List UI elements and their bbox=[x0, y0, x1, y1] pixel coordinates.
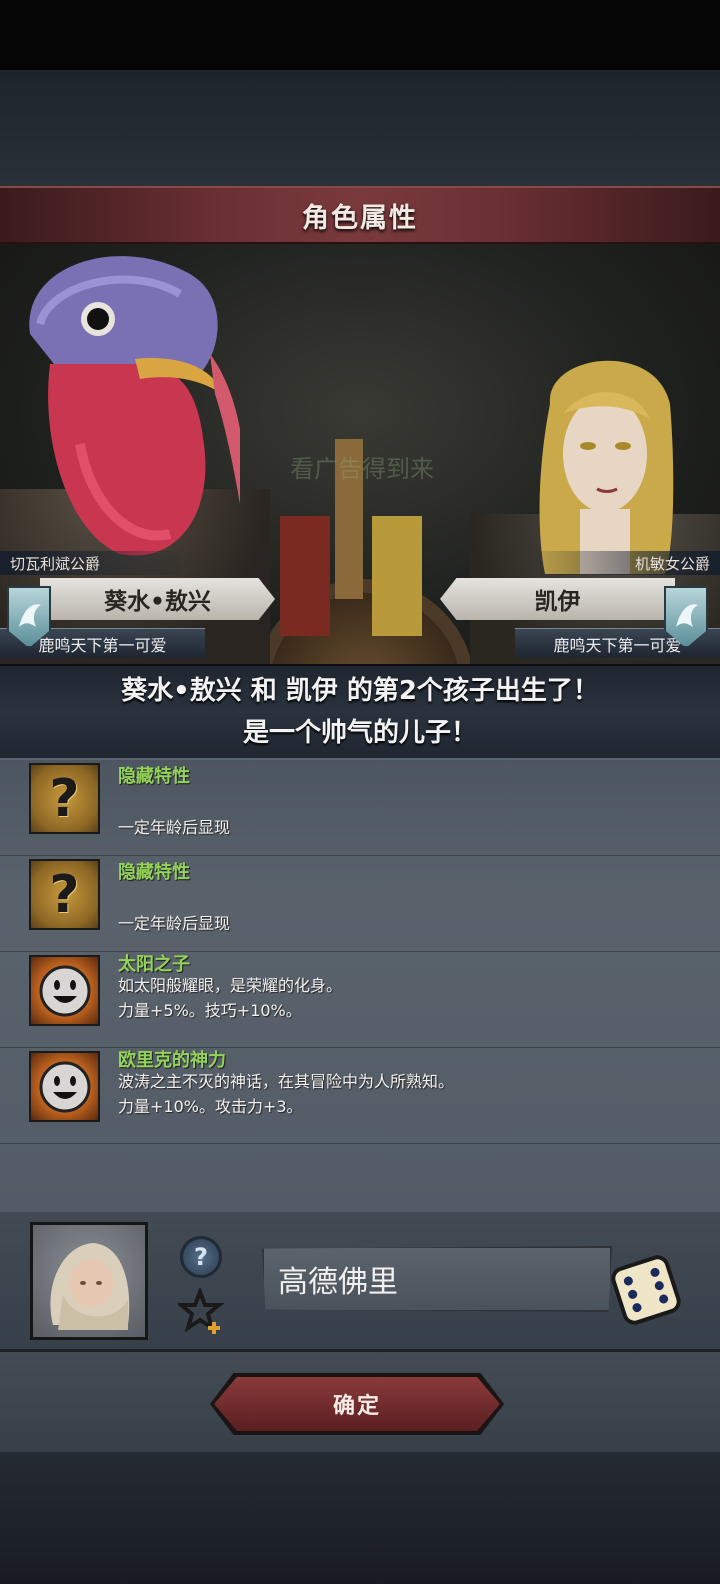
trait-desc-line-2: 力量+5%。技巧+10%。 bbox=[118, 1001, 302, 1020]
trait-list[interactable]: ? 隐藏特性 一定年龄后显现 ? 隐藏特性 一定年龄后显现 太阳之子 如太阳般耀… bbox=[0, 760, 720, 1212]
page-title: 角色属性 bbox=[302, 202, 418, 234]
child-portrait[interactable] bbox=[30, 1222, 148, 1340]
red-banner-decoration bbox=[280, 516, 330, 636]
father-name-plate: 葵水•敖兴 bbox=[40, 578, 275, 620]
sun-face-icon bbox=[29, 1051, 100, 1122]
trait-item[interactable]: ? 隐藏特性 一定年龄后显现 bbox=[0, 856, 720, 952]
child-panel: ? bbox=[0, 1212, 720, 1352]
child-name-input[interactable] bbox=[262, 1246, 612, 1312]
parents-scene: 看广告得到来 切瓦利斌公爵 机敏女公爵 葵水•敖兴 凯伊 鹿鸣天下第一可爱 鹿鸣… bbox=[0, 244, 720, 664]
trait-item[interactable]: 太阳之子 如太阳般耀眼，是荣耀的化身。 力量+5%。技巧+10%。 bbox=[0, 952, 720, 1048]
title-bar: 角色属性 bbox=[0, 186, 720, 244]
trait-desc: 一定年龄后显现 bbox=[118, 818, 231, 837]
sun-face-icon bbox=[29, 955, 100, 1026]
trait-item[interactable]: ? 隐藏特性 一定年龄后显现 bbox=[0, 760, 720, 856]
star-add-icon[interactable] bbox=[178, 1288, 226, 1336]
yellow-banner-decoration bbox=[372, 516, 422, 636]
trait-name: 隐藏特性 bbox=[118, 862, 190, 883]
turkey-father-portrait bbox=[29, 256, 240, 556]
status-bar-area bbox=[0, 0, 720, 70]
announcement-line-1: 葵水•敖兴 和 凯伊 的第2个孩子出生了！ bbox=[121, 676, 599, 706]
birth-announcement: 葵水•敖兴 和 凯伊 的第2个孩子出生了！ 是一个帅气的儿子！ bbox=[0, 664, 720, 760]
trait-desc-line-1: 波涛之主不灭的神话，在其冒险中为人所熟知。 bbox=[118, 1072, 455, 1091]
mother-portrait bbox=[539, 360, 674, 574]
confirm-button[interactable]: 确定 bbox=[214, 1377, 500, 1431]
trait-desc-line-1: 如太阳般耀眼，是荣耀的化身。 bbox=[118, 976, 343, 995]
dice-icon[interactable] bbox=[608, 1252, 684, 1328]
announcement-line-2: 是一个帅气的儿子！ bbox=[242, 718, 477, 748]
help-icon[interactable]: ? bbox=[180, 1236, 222, 1278]
scene-watermark-text: 看广告得到来 bbox=[290, 455, 434, 483]
father-title: 切瓦利斌公爵 bbox=[0, 551, 180, 575]
trait-name: 隐藏特性 bbox=[118, 766, 190, 787]
bottom-background bbox=[0, 1452, 720, 1584]
trait-item[interactable]: 欧里克的神力 波涛之主不灭的神话，在其冒险中为人所熟知。 力量+10%。攻击力+… bbox=[0, 1048, 720, 1144]
footer: 确定 bbox=[0, 1352, 720, 1452]
trait-name: 太阳之子 bbox=[118, 954, 190, 975]
top-background bbox=[0, 70, 720, 186]
question-mark-icon: ? bbox=[29, 763, 100, 834]
question-mark-icon: ? bbox=[29, 859, 100, 930]
mother-title: 机敏女公爵 bbox=[540, 551, 720, 575]
trait-desc: 一定年龄后显现 bbox=[118, 914, 231, 933]
trait-name: 欧里克的神力 bbox=[118, 1050, 226, 1071]
mother-name-plate: 凯伊 bbox=[440, 578, 675, 620]
trait-desc-line-2: 力量+10%。攻击力+3。 bbox=[118, 1097, 303, 1116]
